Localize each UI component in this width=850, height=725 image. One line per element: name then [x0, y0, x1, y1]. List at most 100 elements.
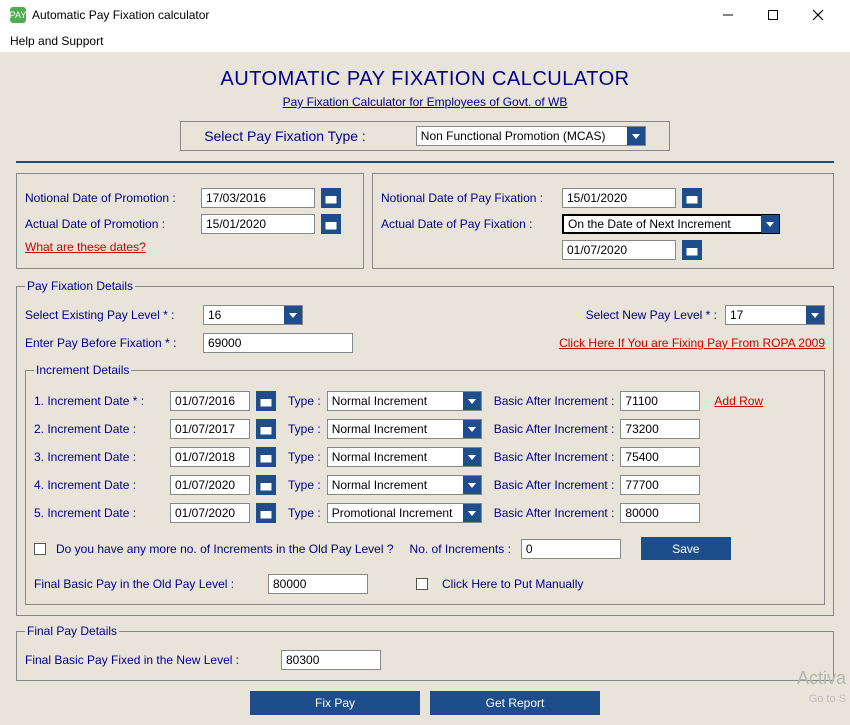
notional-fixation-input[interactable]: [562, 188, 676, 208]
actual-promotion-input[interactable]: [201, 214, 315, 234]
minimize-button[interactable]: [705, 0, 750, 30]
chevron-down-icon[interactable]: [463, 448, 481, 466]
window-title: Automatic Pay Fixation calculator: [32, 8, 705, 22]
increment-date-label: 2. Increment Date :: [34, 422, 164, 436]
pay-fixation-fieldset: Pay Fixation Details Select Existing Pay…: [16, 279, 834, 616]
final-pay-legend: Final Pay Details: [25, 624, 119, 638]
ropa-link[interactable]: Click Here If You are Fixing Pay From RO…: [559, 336, 825, 350]
final-basic-new-label: Final Basic Pay Fixed in the New Level :: [25, 653, 275, 667]
increment-row: 2. Increment Date :Type :Basic After Inc…: [34, 419, 816, 439]
notional-fixation-label: Notional Date of Pay Fixation :: [381, 191, 556, 205]
close-button[interactable]: [795, 0, 840, 30]
page-title: AUTOMATIC PAY FIXATION CALCULATOR: [16, 68, 834, 91]
chevron-down-icon[interactable]: [806, 306, 824, 324]
pay-before-label: Enter Pay Before Fixation * :: [25, 336, 195, 350]
promotion-dates-panel: Notional Date of Promotion : Actual Date…: [16, 173, 364, 269]
calendar-icon[interactable]: [321, 188, 341, 208]
app-icon: PAY: [10, 7, 26, 23]
increment-type-label: Type :: [288, 506, 321, 520]
fix-pay-button[interactable]: Fix Pay: [250, 691, 420, 715]
basic-after-input[interactable]: [620, 419, 700, 439]
increment-date-label: 5. Increment Date :: [34, 506, 164, 520]
increment-legend: Increment Details: [34, 363, 131, 377]
increment-date-input[interactable]: [170, 447, 250, 467]
save-button[interactable]: Save: [641, 537, 731, 560]
page-subtitle[interactable]: Pay Fixation Calculator for Employees of…: [16, 95, 834, 109]
put-manually-checkbox[interactable]: [416, 578, 428, 590]
titlebar: PAY Automatic Pay Fixation calculator: [0, 0, 850, 30]
basic-after-input[interactable]: [620, 447, 700, 467]
more-increments-label: Do you have any more no. of Increments i…: [56, 542, 394, 556]
increment-row: 5. Increment Date : Type : Basic After Inc…: [34, 503, 816, 523]
calendar-icon[interactable]: [256, 391, 276, 411]
basic-after-label: Basic After Increment :: [494, 478, 615, 492]
chevron-down-icon[interactable]: [463, 504, 481, 522]
basic-after-input[interactable]: [620, 391, 700, 411]
increment-date-input[interactable]: [170, 503, 250, 523]
calendar-icon[interactable]: [256, 475, 276, 495]
chevron-down-icon[interactable]: [627, 127, 645, 145]
final-pay-fieldset: Final Pay Details Final Basic Pay Fixed …: [16, 624, 834, 681]
chevron-down-icon[interactable]: [761, 215, 779, 233]
increment-type-label: Type :: [288, 478, 321, 492]
increment-type-label: Type :: [288, 394, 321, 408]
increment-date-label: 1. Increment Date * :: [34, 394, 164, 408]
basic-after-input[interactable]: [620, 503, 700, 523]
get-report-button[interactable]: Get Report: [430, 691, 600, 715]
increment-type-select[interactable]: [327, 447, 482, 467]
more-increments-checkbox[interactable]: [34, 543, 46, 555]
pay-fixation-legend: Pay Fixation Details: [25, 279, 135, 293]
watermark-sub: Go to S: [809, 693, 846, 705]
existing-level-label: Select Existing Pay Level * :: [25, 308, 195, 322]
increment-date-input[interactable]: [170, 475, 250, 495]
actual-fixation-select[interactable]: [562, 214, 780, 234]
calendar-icon[interactable]: [256, 447, 276, 467]
increment-type-select[interactable]: [327, 391, 482, 411]
increment-row: 3. Increment Date :Type :Basic After Inc…: [34, 447, 816, 467]
basic-after-label: Basic After Increment :: [494, 422, 615, 436]
increment-fieldset: Increment Details 1. Increment Date * : T…: [25, 363, 825, 605]
increment-row: 4. Increment Date : Type : Basic After Inc…: [34, 475, 816, 495]
no-increments-input[interactable]: [521, 539, 621, 559]
chevron-down-icon[interactable]: [284, 306, 302, 324]
increment-type-select[interactable]: [327, 503, 482, 523]
final-basic-new-input[interactable]: [281, 650, 381, 670]
basic-after-label: Basic After Increment :: [494, 394, 615, 408]
fixation-type-select[interactable]: [416, 126, 646, 146]
no-increments-label: No. of Increments :: [410, 542, 511, 556]
menubar: Help and Support: [0, 30, 850, 52]
increment-type-select[interactable]: [327, 475, 482, 495]
calendar-icon[interactable]: [256, 503, 276, 523]
menu-help[interactable]: Help and Support: [6, 32, 107, 50]
calendar-icon[interactable]: [682, 240, 702, 260]
notional-promotion-label: Notional Date of Promotion :: [25, 191, 195, 205]
increment-date-input[interactable]: [170, 419, 250, 439]
actual-promotion-label: Actual Date of Promotion :: [25, 217, 195, 231]
basic-after-label: Basic After Increment :: [494, 450, 615, 464]
maximize-button[interactable]: [750, 0, 795, 30]
increment-date-input[interactable]: [170, 391, 250, 411]
chevron-down-icon[interactable]: [463, 476, 481, 494]
actual-fixation-date-input[interactable]: [562, 240, 676, 260]
final-basic-old-label: Final Basic Pay in the Old Pay Level :: [34, 577, 254, 591]
basic-after-input[interactable]: [620, 475, 700, 495]
chevron-down-icon[interactable]: [463, 420, 481, 438]
main-panel: AUTOMATIC PAY FIXATION CALCULATOR Pay Fi…: [0, 52, 850, 725]
chevron-down-icon[interactable]: [463, 392, 481, 410]
calendar-icon[interactable]: [682, 188, 702, 208]
final-basic-old-input[interactable]: [268, 574, 368, 594]
increment-row: 1. Increment Date * : Type : Basic After I…: [34, 391, 816, 411]
pay-before-input[interactable]: [203, 333, 353, 353]
put-manually-label: Click Here to Put Manually: [442, 577, 583, 591]
basic-after-label: Basic After Increment :: [494, 506, 615, 520]
new-level-label: Select New Pay Level * :: [586, 308, 717, 322]
increment-date-label: 4. Increment Date :: [34, 478, 164, 492]
what-dates-link[interactable]: What are these dates?: [25, 240, 146, 254]
notional-promotion-input[interactable]: [201, 188, 315, 208]
calendar-icon[interactable]: [321, 214, 341, 234]
increment-type-select[interactable]: [327, 419, 482, 439]
fixation-type-bar: Select Pay Fixation Type :: [180, 121, 670, 151]
add-row-link[interactable]: Add Row: [714, 394, 763, 408]
calendar-icon[interactable]: [256, 419, 276, 439]
watermark: Activa: [797, 668, 846, 689]
